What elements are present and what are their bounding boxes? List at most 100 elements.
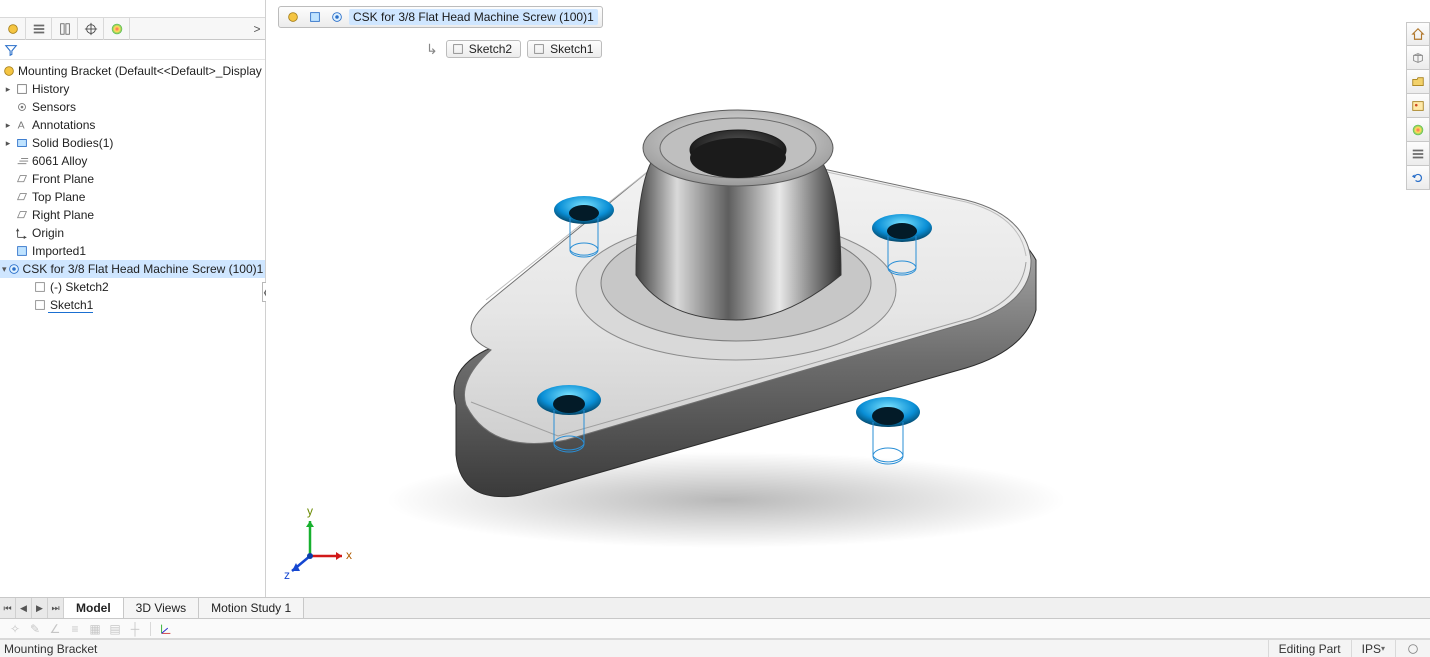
task-pane-tabs (1406, 22, 1430, 190)
tree-item[interactable]: Right Plane (0, 206, 265, 224)
sensors-icon (14, 100, 30, 114)
toolbar-separator (150, 622, 151, 636)
panel-toolbar: > (0, 18, 265, 40)
tree-item[interactable]: Top Plane (0, 188, 265, 206)
cube-icon[interactable] (1406, 46, 1430, 70)
document-tabs: ⏮ ◀ ▶ ⏭ Model 3D Views Motion Study 1 (0, 597, 1430, 619)
material-icon (14, 154, 30, 168)
plane-icon (14, 208, 30, 222)
graphics-viewport[interactable]: CSK for 3/8 Flat Head Machine Screw (100… (266, 0, 1430, 597)
measure-icon[interactable] (52, 18, 78, 40)
tree-root[interactable]: Mounting Bracket (Default<<Default>_Disp… (0, 62, 265, 80)
tree-item-label: Sketch1 (48, 298, 93, 313)
lines-icon[interactable]: ≡ (66, 621, 84, 637)
status-units[interactable]: IPS (1351, 640, 1395, 657)
axis-icon[interactable]: ┼ (126, 621, 144, 637)
tab-label: 3D Views (136, 601, 186, 615)
tree-item[interactable]: Imported1 (0, 242, 265, 260)
tree-item-label: 6061 Alloy (30, 154, 87, 168)
funnel-icon (4, 43, 18, 57)
triad-z-label: z (284, 568, 290, 581)
tree-item[interactable]: Sketch1 (0, 296, 265, 314)
open-icon[interactable] (1406, 70, 1430, 94)
status-extra-icon[interactable] (1395, 640, 1430, 657)
tree-item-label: Annotations (30, 118, 95, 132)
tab-label: Model (76, 601, 111, 615)
imported-icon (14, 244, 30, 258)
panel-toolbar-overflow[interactable]: > (249, 22, 265, 36)
tab-nav-next[interactable]: ▶ (32, 598, 48, 618)
target-icon[interactable] (78, 18, 104, 40)
tab-motion-study[interactable]: Motion Study 1 (199, 598, 304, 618)
tree-item-label: Origin (30, 226, 64, 240)
tree-horizontal-scrollbar[interactable] (2, 583, 263, 597)
reload-icon[interactable] (1406, 166, 1430, 190)
history-icon (14, 82, 30, 96)
plane-icon (14, 190, 30, 204)
tree-item-label: Solid Bodies(1) (30, 136, 113, 150)
tree-root-label: Mounting Bracket (Default<<Default>_Disp… (16, 64, 265, 78)
view-triad[interactable]: x y z (280, 501, 360, 581)
tab-nav-first[interactable]: ⏮ (0, 598, 16, 618)
tab-label: Motion Study 1 (211, 601, 291, 615)
tab-model[interactable]: Model (64, 598, 124, 618)
tree-item[interactable]: ▸ History (0, 80, 265, 98)
pencil-icon[interactable]: ✎ (26, 621, 44, 637)
tree-twisty[interactable]: ▸ (2, 84, 14, 95)
grid-icon[interactable]: ▦ (86, 621, 104, 637)
triad-toggle-icon[interactable] (157, 621, 175, 637)
feature-tree[interactable]: Mounting Bracket (Default<<Default>_Disp… (0, 60, 265, 583)
assembly-icon[interactable] (0, 18, 26, 40)
tree-item[interactable]: 6061 Alloy (0, 152, 265, 170)
csk-hole-4 (856, 397, 920, 464)
tab-nav-prev[interactable]: ◀ (16, 598, 32, 618)
tree-item[interactable]: ▾CSK for 3/8 Flat Head Machine Screw (10… (0, 260, 265, 278)
tab-3d-views[interactable]: 3D Views (124, 598, 199, 618)
tab-nav-buttons: ⏮ ◀ ▶ ⏭ (0, 598, 64, 618)
list-icon[interactable] (26, 18, 52, 40)
solidbody-icon (14, 136, 30, 150)
tree-item-label: CSK for 3/8 Flat Head Machine Screw (100… (21, 262, 264, 276)
sketch-mini-toolbar: ✧ ✎ ∠ ≡ ▦ ▤ ┼ (0, 619, 1430, 639)
tree-twisty[interactable]: ▸ (2, 120, 14, 131)
tree-filter-row[interactable] (0, 40, 265, 60)
list-icon[interactable] (1406, 142, 1430, 166)
tree-item-label: Right Plane (30, 208, 94, 222)
status-bar: Mounting Bracket Editing Part IPS (0, 639, 1430, 657)
triad-y-label: y (307, 504, 313, 518)
panel-header-blank (0, 0, 265, 18)
wand-icon[interactable]: ✧ (6, 621, 24, 637)
sketch-icon (32, 280, 48, 294)
appearance-icon[interactable] (1406, 118, 1430, 142)
angle-icon[interactable]: ∠ (46, 621, 64, 637)
appearance-icon[interactable] (104, 18, 130, 40)
tree-item[interactable]: Sensors (0, 98, 265, 116)
sketch-icon (32, 298, 48, 312)
tree-item-label: Imported1 (30, 244, 86, 258)
tree-item[interactable]: Origin (0, 224, 265, 242)
image-icon[interactable] (1406, 94, 1430, 118)
feature-tree-panel: > Mounting Bracket (Default<<Default>_Di… (0, 0, 266, 597)
tab-nav-last[interactable]: ⏭ (48, 598, 64, 618)
plane-icon (14, 172, 30, 186)
model-render (266, 0, 1430, 597)
tree-item-label: Front Plane (30, 172, 94, 186)
annotations-icon: A (14, 118, 30, 132)
tree-item[interactable]: Front Plane (0, 170, 265, 188)
origin-icon (14, 226, 30, 240)
tree-item[interactable]: ▸ A Annotations (0, 116, 265, 134)
hole-icon (7, 262, 21, 276)
tree-item-label: Top Plane (30, 190, 85, 204)
grid2-icon[interactable]: ▤ (106, 621, 124, 637)
svg-text:A: A (18, 120, 25, 132)
status-document-name: Mounting Bracket (0, 642, 1268, 656)
tree-twisty[interactable]: ▸ (2, 138, 14, 149)
triad-x-label: x (346, 548, 352, 562)
tree-item-label: History (30, 82, 69, 96)
tree-item[interactable]: (-) Sketch2 (0, 278, 265, 296)
tree-item-label: (-) Sketch2 (48, 280, 109, 294)
tree-item[interactable]: ▸ Solid Bodies(1) (0, 134, 265, 152)
home-icon[interactable] (1406, 22, 1430, 46)
status-mode: Editing Part (1268, 640, 1351, 657)
tree-item-label: Sensors (30, 100, 76, 114)
